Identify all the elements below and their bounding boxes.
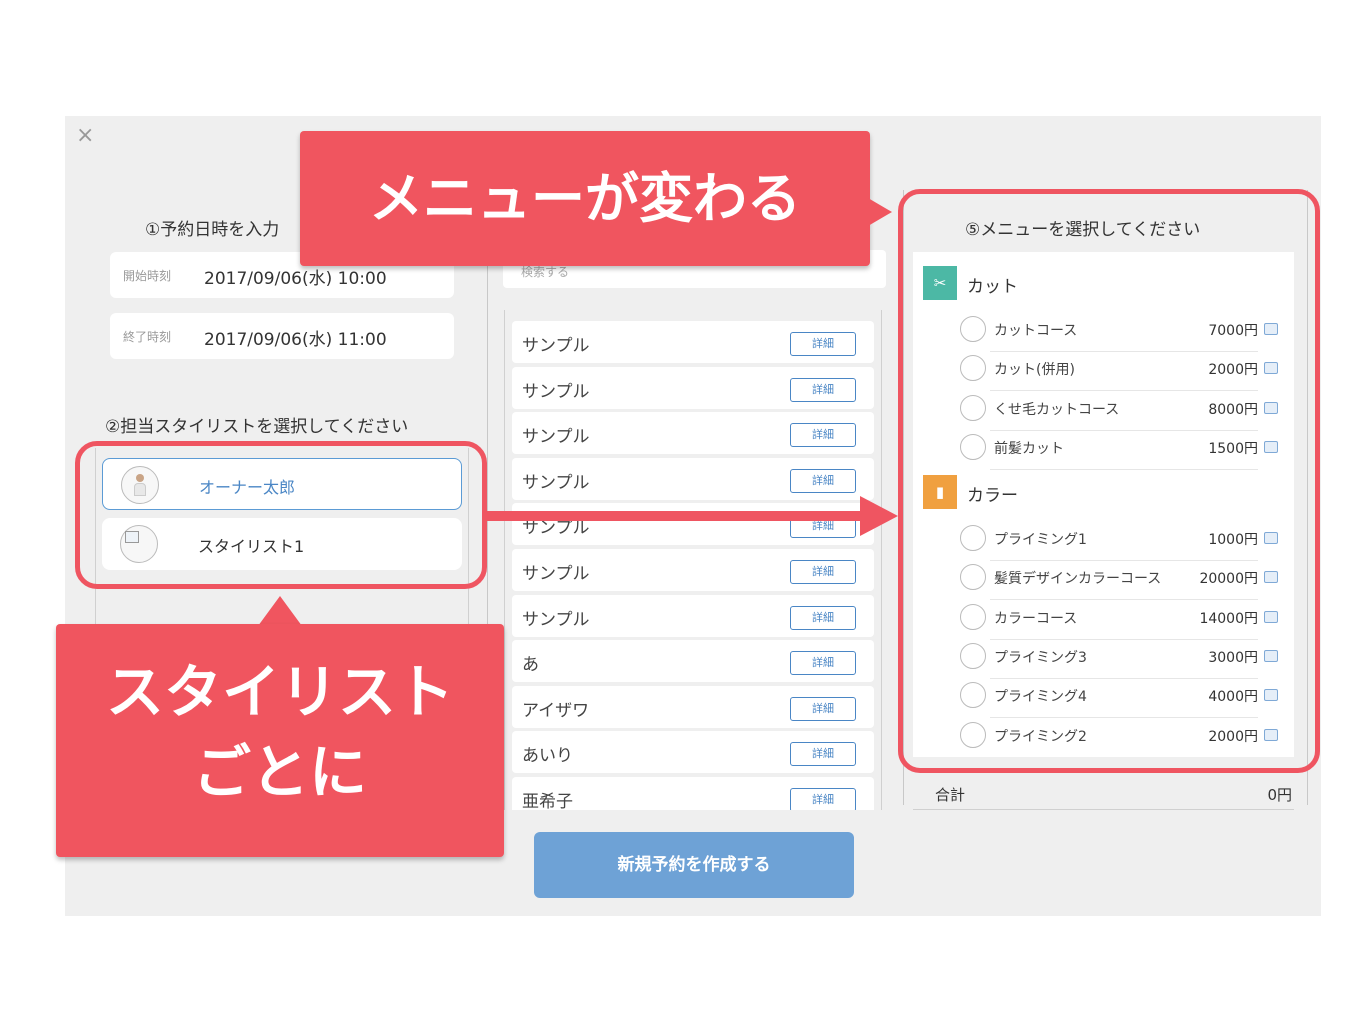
detail-button[interactable]: 詳細 [790, 378, 856, 402]
end-time-field[interactable]: 終了時刻 2017/09/06(水) 11:00 [110, 313, 454, 359]
detail-button[interactable]: 詳細 [790, 742, 856, 766]
start-time-value: 2017/09/06(水) 10:00 [204, 269, 387, 289]
list-item[interactable]: 亜希子 詳細 [512, 777, 874, 810]
per-stylist-callout: スタイリスト ごとに [56, 624, 504, 857]
step2-title: ②担当スタイリストを選択してください [105, 417, 409, 437]
callout-pointer [868, 198, 892, 226]
list-item-name: サンプル [522, 427, 590, 447]
menu-list: サンプル 詳細 サンプル 詳細 サンプル 詳細 サンプル 詳細 サンプル 詳細 サンプル詳… [504, 310, 882, 810]
total-label: 合計 [935, 786, 966, 804]
callout-line: ごとに [192, 738, 367, 806]
close-icon[interactable]: × [76, 124, 94, 148]
list-item-name: サンプル [522, 564, 590, 584]
list-item-name: 亜希子 [522, 792, 573, 810]
list-item-name: アイザワ [522, 701, 590, 721]
list-item-name: サンプル [522, 336, 590, 356]
list-item-name: サンプル [522, 382, 590, 402]
menu-highlight-box [898, 189, 1320, 773]
list-item-name: あいり [522, 746, 573, 766]
detail-button[interactable]: 詳細 [790, 606, 856, 630]
detail-button[interactable]: 詳細 [790, 560, 856, 584]
detail-button[interactable]: 詳細 [790, 423, 856, 447]
callout-line: スタイリスト [105, 658, 454, 726]
step1-title: ①予約日時を入力 [145, 220, 280, 240]
callout-pointer [258, 596, 302, 626]
arrow-head-icon [860, 496, 898, 536]
total-row: 合計 0円 [913, 780, 1294, 810]
list-item-name: サンプル [522, 610, 590, 630]
list-item[interactable]: サンプル 詳細 [512, 595, 874, 637]
detail-button[interactable]: 詳細 [790, 469, 856, 493]
list-item[interactable]: サンプル 詳細 [512, 321, 874, 363]
detail-button[interactable]: 詳細 [790, 332, 856, 356]
end-time-label: 終了時刻 [123, 330, 172, 344]
detail-button[interactable]: 詳細 [790, 697, 856, 721]
total-value: 0円 [1267, 786, 1292, 804]
list-item-name: あ [522, 655, 539, 675]
create-reservation-button[interactable]: 新規予約を作成する [534, 832, 854, 898]
list-item[interactable]: アイザワ 詳細 [512, 686, 874, 728]
arrow-shaft [484, 511, 864, 521]
list-item-name: サンプル [522, 473, 590, 493]
list-item[interactable]: あいり 詳細 [512, 731, 874, 773]
list-item[interactable]: サンプル 詳細 [512, 412, 874, 454]
list-item[interactable]: サンプル 詳細 [512, 458, 874, 500]
list-item[interactable]: サンプル 詳細 [512, 367, 874, 409]
end-time-value: 2017/09/06(水) 11:00 [204, 330, 387, 350]
detail-button[interactable]: 詳細 [790, 788, 856, 810]
list-item[interactable]: サンプル 詳細 [512, 503, 874, 545]
detail-button[interactable]: 詳細 [790, 651, 856, 675]
stylist-highlight-box [75, 441, 487, 589]
list-item[interactable]: サンプル 詳細 [512, 549, 874, 591]
list-item[interactable]: あ 詳細 [512, 640, 874, 682]
menu-changes-callout: メニューが変わる [300, 131, 870, 266]
start-time-label: 開始時刻 [123, 269, 172, 283]
